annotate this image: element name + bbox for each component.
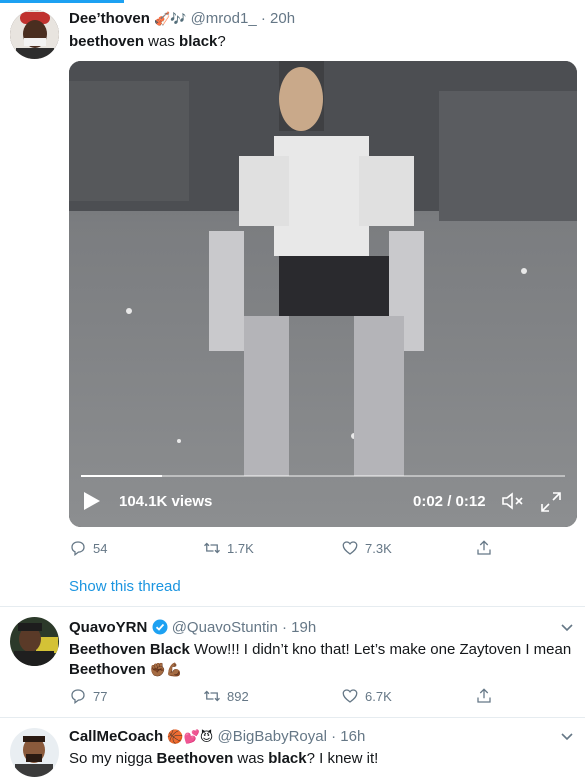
video-time: 0:02 / 0:12 <box>413 493 486 510</box>
display-name[interactable]: Dee’thoven <box>69 10 150 27</box>
text-segment: ? <box>217 33 226 50</box>
chevron-down-icon[interactable] <box>561 621 573 635</box>
play-icon[interactable] <box>83 491 101 515</box>
retweet-count: 892 <box>227 688 249 704</box>
tweet-text: beethoven was black? <box>69 32 569 52</box>
text-segment: So my nigga <box>69 750 157 767</box>
text-bold: Beethoven Black <box>69 641 190 658</box>
avatar[interactable] <box>10 728 59 777</box>
emoji-segment: ✊🏾💪🏾 <box>145 663 183 678</box>
tweet[interactable]: CallMeCoach 🏀💕😈 @BigBabyRoyal · 16h So m… <box>0 718 585 778</box>
share-button[interactable] <box>475 539 493 557</box>
share-button[interactable] <box>475 687 493 705</box>
reply-button[interactable]: 54 <box>69 539 107 557</box>
handle[interactable]: @mrod1_ <box>191 10 257 27</box>
verified-icon <box>152 619 168 635</box>
retweet-count: 1.7K <box>227 540 254 556</box>
tweet[interactable]: QuavoYRN @QuavoStuntin · 19h Beethoven B… <box>0 607 585 717</box>
reply-count: 77 <box>93 688 108 704</box>
retweet-icon <box>204 690 220 702</box>
like-button[interactable]: 6.7K <box>341 687 392 705</box>
like-count: 7.3K <box>365 540 392 556</box>
share-icon <box>477 688 491 703</box>
view-count: 104.1K views <box>119 493 213 510</box>
text-segment: was <box>144 33 180 50</box>
tweet-text: Beethoven Black Wow!!! I didn’t kno that… <box>69 640 574 681</box>
retweet-button[interactable]: 892 <box>203 687 249 705</box>
like-icon <box>342 541 358 555</box>
handle[interactable]: @BigBabyRoyal <box>217 728 326 745</box>
volume-muted-icon[interactable] <box>501 491 525 515</box>
video-frame <box>69 61 577 527</box>
display-name[interactable]: CallMeCoach <box>69 728 163 745</box>
display-name[interactable]: QuavoYRN <box>69 619 147 636</box>
like-count: 6.7K <box>365 688 392 704</box>
timestamp[interactable]: · 16h <box>331 728 365 745</box>
timestamp[interactable]: · 20h <box>261 10 295 27</box>
handle[interactable]: @QuavoStuntin <box>172 619 278 636</box>
avatar[interactable] <box>10 617 59 666</box>
tweet-header: QuavoYRN @QuavoStuntin · 19h <box>69 619 316 636</box>
name-emojis: 🎻🎶 <box>154 12 187 27</box>
reply-button[interactable]: 77 <box>69 687 107 705</box>
reply-count: 54 <box>93 540 108 556</box>
tweet-header: CallMeCoach 🏀💕😈 @BigBabyRoyal · 16h <box>69 728 365 745</box>
text-segment: Wow!!! I didn’t kno that! Let’s make one… <box>189 641 572 658</box>
timestamp[interactable]: · 19h <box>282 619 316 636</box>
text-bold: Beethoven <box>156 750 234 767</box>
chevron-down-icon[interactable] <box>561 730 573 744</box>
tweet[interactable]: Dee’thoven 🎻🎶 @mrod1_ · 20h beethoven wa… <box>0 0 585 570</box>
text-bold: black <box>179 33 218 50</box>
retweet-button[interactable]: 1.7K <box>203 539 254 557</box>
tweet-header: Dee’thoven 🎻🎶 @mrod1_ · 20h <box>69 10 295 27</box>
fullscreen-icon[interactable] <box>540 491 562 517</box>
like-icon <box>342 689 358 703</box>
name-emojis: 🏀💕😈 <box>167 730 214 745</box>
avatar[interactable] <box>10 10 59 59</box>
tweet-actions: 54 1.7K 7.3K <box>69 539 509 559</box>
reply-icon <box>71 689 85 705</box>
like-button[interactable]: 7.3K <box>341 539 392 557</box>
show-thread-link[interactable]: Show this thread <box>69 578 181 595</box>
tweet-actions: 77 892 6.7K <box>69 687 509 707</box>
text-bold: Beethoven <box>69 661 146 678</box>
retweet-icon <box>204 542 220 554</box>
text-segment: ? I knew it! <box>306 750 379 767</box>
hashtag-beethoven: beethoven <box>69 33 145 50</box>
video-player[interactable]: 104.1K views 0:02 / 0:12 <box>69 61 577 527</box>
share-icon <box>477 540 491 555</box>
video-controls: 104.1K views 0:02 / 0:12 <box>69 475 577 527</box>
tweet-text: So my nigga Beethoven was black? I knew … <box>69 749 569 769</box>
reply-icon <box>71 541 85 557</box>
text-bold: black <box>268 750 307 767</box>
text-segment: was <box>233 750 269 767</box>
